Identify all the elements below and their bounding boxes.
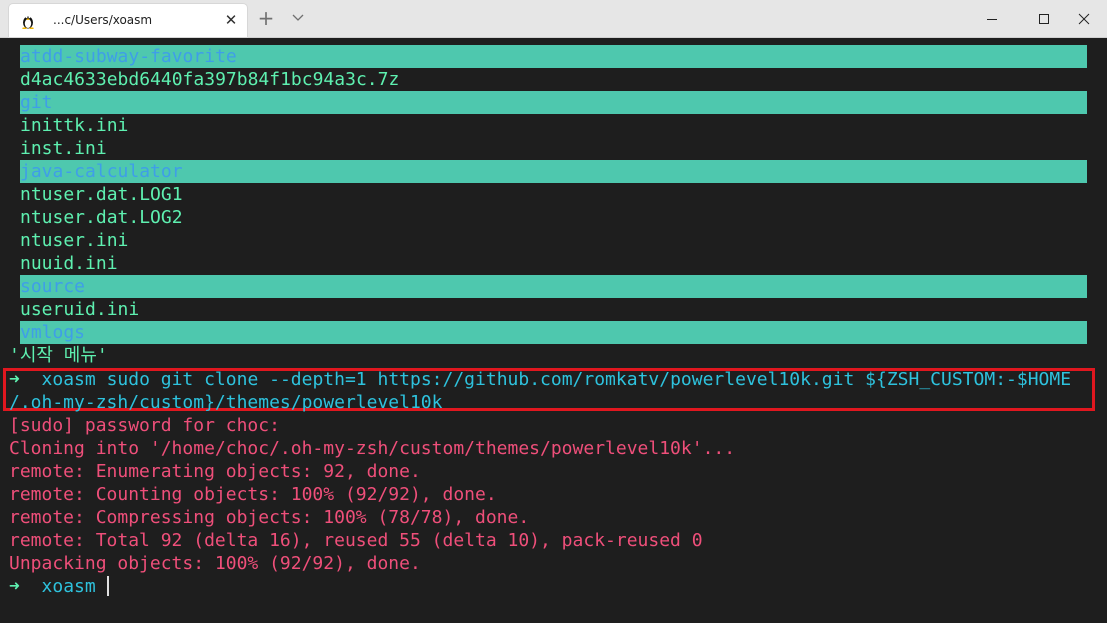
dir-highlight bbox=[20, 321, 1087, 344]
final-prompt: ➜ xoasm bbox=[9, 575, 96, 598]
list-item: git bbox=[20, 92, 53, 113]
terminal-tab[interactable]: ...c/Users/xoasm ✕ bbox=[9, 4, 247, 37]
prompt-arrow: ➜ bbox=[9, 369, 20, 390]
close-icon bbox=[1078, 13, 1090, 24]
output-line: remote: Compressing objects: 100% (78/78… bbox=[9, 507, 530, 528]
chevron-down-icon[interactable] bbox=[290, 10, 306, 26]
title-bar: ...c/Users/xoasm ✕ + bbox=[0, 0, 1107, 38]
output-line: remote: Enumerating objects: 92, done. bbox=[9, 461, 421, 482]
list-item: vmlogs bbox=[20, 322, 86, 343]
list-item: useruid.ini bbox=[20, 299, 140, 320]
dir-highlight bbox=[20, 275, 1087, 298]
list-item: nuuid.ini bbox=[20, 253, 118, 274]
output-line: Unpacking objects: 100% (92/92), done. bbox=[9, 553, 421, 574]
maximize-icon bbox=[1039, 13, 1049, 24]
prompt-user: xoasm bbox=[41, 369, 96, 390]
output-line: Cloning into '/home/choc/.oh-my-zsh/cust… bbox=[9, 438, 736, 459]
tab-title: ...c/Users/xoasm bbox=[53, 13, 153, 27]
list-item: inittk.ini bbox=[20, 115, 129, 136]
new-tab-button[interactable]: + bbox=[257, 8, 275, 28]
list-item: d4ac4633ebd6440fa397b84f1bc94a3c.7z bbox=[20, 69, 400, 90]
prompt-arrow: ➜ bbox=[9, 576, 20, 597]
list-item: ntuser.ini bbox=[20, 230, 129, 251]
dir-highlight bbox=[20, 91, 1087, 114]
close-window-button[interactable] bbox=[1061, 0, 1107, 37]
korean-entry: '시작 메뉴' bbox=[9, 345, 108, 366]
close-tab-button[interactable]: ✕ bbox=[223, 12, 239, 28]
linux-tux-icon bbox=[22, 16, 34, 29]
command-text: sudo git clone --depth=1 https://github.… bbox=[106, 369, 1072, 390]
output-line: remote: Total 92 (delta 16), reused 55 (… bbox=[9, 530, 703, 551]
prompt-user: xoasm bbox=[41, 576, 96, 597]
list-item: source bbox=[20, 276, 86, 297]
command-line: ➜ xoasm sudo git clone --depth=1 https:/… bbox=[9, 368, 1071, 391]
list-item: ntuser.dat.LOG1 bbox=[20, 184, 183, 205]
output-line: [sudo] password for choc: bbox=[9, 415, 280, 436]
list-item: java-calculator bbox=[20, 161, 183, 182]
minimize-button[interactable] bbox=[969, 0, 1015, 37]
list-item: inst.ini bbox=[20, 138, 107, 159]
command-continuation: /.oh-my-zsh/custom}/themes/powerlevel10k bbox=[9, 392, 443, 413]
text-cursor bbox=[107, 576, 109, 596]
minimize-icon bbox=[987, 18, 997, 20]
list-item: atdd-subway-favorite bbox=[20, 46, 237, 67]
output-line: remote: Counting objects: 100% (92/92), … bbox=[9, 484, 497, 505]
terminal-area[interactable]: atdd-subway-favorite d4ac4633ebd6440fa39… bbox=[0, 38, 1107, 623]
list-item: ntuser.dat.LOG2 bbox=[20, 207, 183, 228]
